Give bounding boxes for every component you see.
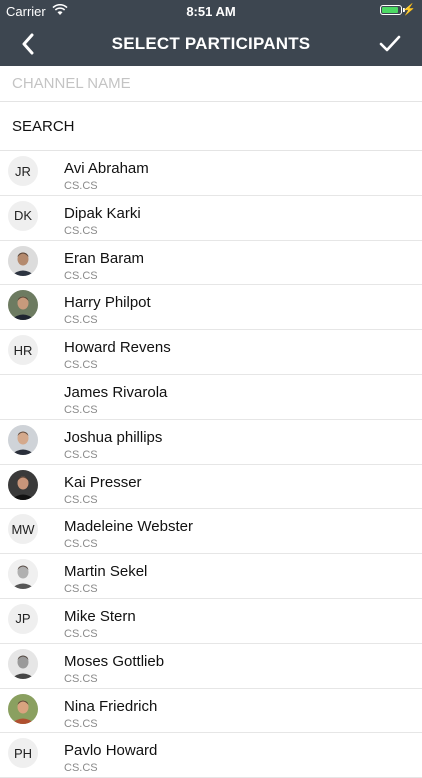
avatar xyxy=(8,424,38,455)
participant-name: Joshua phillips xyxy=(64,428,163,446)
participant-org: CS.CS xyxy=(64,762,98,775)
participant-name: Kai Presser xyxy=(64,473,142,491)
participant-row[interactable]: Joshua phillips CS.CS xyxy=(0,420,422,465)
participant-name: Nina Friedrich xyxy=(64,697,158,715)
page-title: SELECT PARTICIPANTS xyxy=(111,34,311,53)
avatar-initials: JP xyxy=(15,611,31,627)
participant-name: Mike Stern xyxy=(64,607,136,625)
avatar xyxy=(8,469,38,500)
participant-org: CS.CS xyxy=(64,672,98,685)
avatar: HR xyxy=(8,335,38,366)
participant-name: Howard Revens xyxy=(64,339,171,357)
participant-org: CS.CS xyxy=(64,493,98,506)
participant-row[interactable]: HR Howard Revens CS.CS xyxy=(0,330,422,375)
avatar xyxy=(8,290,38,321)
clock: 8:51 AM xyxy=(186,4,236,19)
participant-org: CS.CS xyxy=(64,538,98,551)
charging-icon: ⚡ xyxy=(402,4,416,16)
participant-row[interactable]: JP Mike Stern CS.CS xyxy=(0,599,422,644)
participant-row[interactable]: MW Madeleine Webster CS.CS xyxy=(0,509,422,555)
participant-org: CS.CS xyxy=(64,359,98,372)
participant-org: CS.CS xyxy=(64,448,98,461)
participant-row[interactable]: Kai Presser CS.CS xyxy=(0,465,422,510)
participant-org: CS.CS xyxy=(64,180,98,192)
participant-org: CS.CS xyxy=(64,314,98,327)
done-button[interactable] xyxy=(372,28,408,60)
participant-row[interactable]: Nina Friedrich CS.CS xyxy=(0,689,422,734)
participant-org: CS.CS xyxy=(64,583,98,596)
participant-org: CS.CS xyxy=(64,403,98,416)
participant-row[interactable]: Moses Gottlieb CS.CS xyxy=(0,644,422,689)
participant-row[interactable]: Eran Baram CS.CS xyxy=(0,241,422,286)
participant-name: James Rivarola xyxy=(64,383,168,401)
participant-list: JR Avi Abraham CS.CS DK Dipak Karki CS.CS Eran… xyxy=(0,151,422,778)
participant-name: Martin Sekel xyxy=(64,563,148,581)
avatar: DK xyxy=(8,200,38,231)
channel-name-input[interactable] xyxy=(0,66,422,102)
participant-org: CS.CS xyxy=(64,224,98,237)
status-bar: Carrier 8:51 AM ⚡ xyxy=(0,0,422,22)
participant-org: CS.CS xyxy=(64,627,98,640)
battery-icon xyxy=(380,5,405,15)
participant-row[interactable]: James Rivarola CS.CS xyxy=(0,375,422,420)
navigation-bar: SELECT PARTICIPANTS xyxy=(0,22,422,66)
avatar-initials: MW xyxy=(11,521,35,537)
avatar xyxy=(8,245,38,276)
participant-row[interactable]: PH Pavlo Howard CS.CS xyxy=(0,733,422,778)
avatar-initials: DK xyxy=(13,208,33,224)
search-input[interactable] xyxy=(0,102,422,151)
participant-name: Madeleine Webster xyxy=(64,518,193,536)
avatar-initials: JR xyxy=(15,163,31,179)
avatar: JR xyxy=(8,156,38,186)
participant-row[interactable]: Harry Philpot CS.CS xyxy=(0,285,422,331)
participant-name: Dipak Karki xyxy=(64,204,141,222)
participant-name: Eran Baram xyxy=(64,249,145,267)
avatar-initials: PH xyxy=(13,745,33,761)
participant-row[interactable]: JR Avi Abraham CS.CS xyxy=(0,151,422,196)
avatar-initials: HR xyxy=(13,342,33,358)
participant-name: Pavlo Howard xyxy=(64,742,158,760)
participant-row[interactable]: Martin Sekel CS.CS xyxy=(0,554,422,599)
participant-org: CS.CS xyxy=(64,717,98,730)
avatar xyxy=(8,693,38,724)
checkmark-icon xyxy=(379,35,401,52)
avatar xyxy=(8,380,38,410)
avatar xyxy=(8,559,38,590)
participant-row[interactable]: DK Dipak Karki CS.CS xyxy=(0,196,422,241)
participant-name: Avi Abraham xyxy=(64,160,149,177)
participant-name: Moses Gottlieb xyxy=(64,652,165,670)
avatar xyxy=(8,648,38,679)
participant-name: Harry Philpot xyxy=(64,294,151,312)
avatar: JP xyxy=(8,603,38,634)
avatar: MW xyxy=(8,514,38,545)
participant-org: CS.CS xyxy=(64,269,98,282)
avatar: PH xyxy=(8,738,38,769)
